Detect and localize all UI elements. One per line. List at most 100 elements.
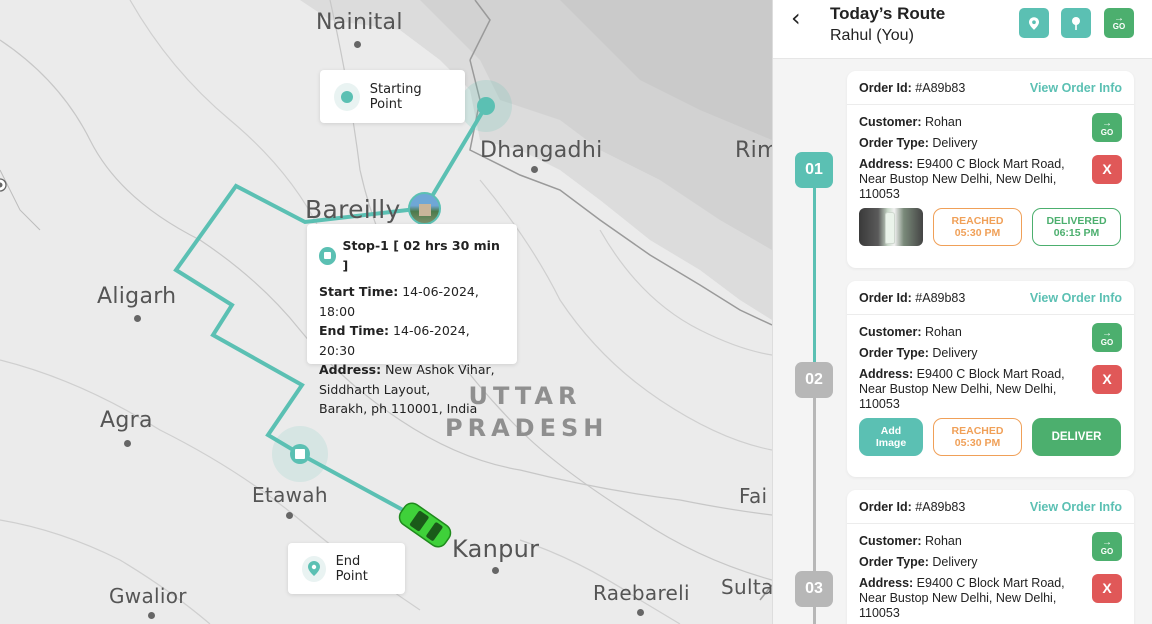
- stop-start-label: Start Time:: [319, 284, 399, 299]
- header-go-label: GO: [1112, 22, 1126, 31]
- location-pin-button[interactable]: [1019, 8, 1049, 38]
- order-type-value: Delivery: [932, 346, 978, 360]
- delivered-button[interactable]: DELIVERED 06:15 PM: [1032, 208, 1121, 246]
- stop-start-row: Start Time: 14-06-2024, 18:00: [319, 282, 505, 321]
- city-label-bareilly: Bareilly: [305, 195, 401, 224]
- go-label: GO: [1100, 546, 1114, 556]
- map-marker-icon: [1072, 17, 1080, 30]
- city-label-dhangadhi: Dhangadhi: [480, 138, 603, 163]
- cancel-button[interactable]: X: [1092, 574, 1122, 603]
- city-label-raebareli: Raebareli: [593, 581, 690, 605]
- customer-label: Customer:: [859, 325, 922, 339]
- city-dot: [637, 609, 644, 616]
- city-label-kanpur: Kanpur: [452, 535, 540, 563]
- stop-end-row: End Time: 14-06-2024, 20:30: [319, 321, 505, 360]
- end-point-pin-icon: [302, 555, 326, 582]
- header-go-button[interactable]: → GO: [1104, 8, 1134, 38]
- order-id-label: Order Id:: [859, 80, 912, 95]
- step-badge-2: 02: [795, 362, 833, 398]
- customer-value: Rohan: [925, 325, 962, 339]
- city-dot: [148, 612, 155, 619]
- add-image-line2: Image: [875, 437, 907, 449]
- deliver-button[interactable]: DELIVER: [1032, 418, 1121, 456]
- city-label-aligarh: Aligarh: [97, 284, 177, 309]
- end-point-label: End Point: [335, 553, 368, 584]
- stop-address-line2: Siddharth Layout,: [319, 381, 431, 397]
- city-dot: [531, 166, 538, 173]
- back-button[interactable]: ‹: [791, 4, 801, 32]
- end-point-card[interactable]: End Point: [288, 543, 405, 594]
- city-label-agra: Agra: [100, 408, 153, 433]
- order-card-2: Order Id: #A89b83 View Order Info Custom…: [847, 281, 1134, 477]
- go-arrow-icon: →: [1102, 327, 1112, 339]
- map-marker-button[interactable]: [1061, 8, 1091, 38]
- order-id-value: #A89b83: [915, 499, 966, 514]
- go-label: GO: [1100, 337, 1114, 347]
- city-label-nainital: Nainital: [316, 10, 403, 35]
- order-card-1: Order Id: #A89b83 View Order Info Custom…: [847, 71, 1134, 268]
- order-id-value: #A89b83: [915, 290, 966, 305]
- customer-label: Customer:: [859, 534, 922, 548]
- view-order-info-link[interactable]: View Order Info: [1030, 500, 1122, 514]
- product-thumbnail[interactable]: [859, 208, 923, 246]
- customer-label: Customer:: [859, 115, 922, 129]
- add-image-line1: Add: [880, 425, 902, 437]
- reached-button[interactable]: REACHED 05:30 PM: [933, 418, 1022, 456]
- city-dot: [286, 512, 293, 519]
- address-label: Address:: [859, 367, 914, 381]
- view-order-info-link[interactable]: View Order Info: [1030, 291, 1122, 305]
- order-type-label: Order Type:: [859, 136, 929, 150]
- stop-title: Stop-1 [ 02 hrs 30 min ]: [342, 238, 500, 273]
- city-label-sulta: Sulta: [721, 575, 772, 599]
- route-panel: ‹ Today’s Route Rahul (You) → GO 01 02 0…: [772, 0, 1152, 624]
- stop-address-row: Address: New Ashok Vihar,: [319, 360, 505, 380]
- step-badge-3: 03: [795, 571, 833, 607]
- city-dot: [124, 440, 131, 447]
- order-id-row: Order Id: #A89b83: [859, 81, 965, 95]
- order-id-row: Order Id: #A89b83: [859, 291, 965, 305]
- go-label: GO: [1100, 127, 1114, 137]
- order-id-value: #A89b83: [915, 80, 966, 95]
- cancel-button[interactable]: X: [1092, 365, 1122, 394]
- reached-button[interactable]: REACHED 05:30 PM: [933, 208, 1022, 246]
- view-order-info-link[interactable]: View Order Info: [1030, 81, 1122, 95]
- order-type-value: Delivery: [932, 555, 978, 569]
- city-label-fai: Fai: [739, 484, 768, 508]
- starting-point-card[interactable]: Starting Point: [320, 70, 465, 123]
- start-point-icon: [334, 82, 360, 111]
- order-type-label: Order Type:: [859, 555, 929, 569]
- reached-time: 05:30 PM: [954, 437, 1001, 449]
- city-dot: [134, 315, 141, 322]
- order-card-3: Order Id: #A89b83 View Order Info Custom…: [847, 490, 1134, 624]
- reached-label: REACHED: [951, 425, 1004, 437]
- reached-label: REACHED: [951, 215, 1004, 227]
- stop-info-popup: Stop-1 [ 02 hrs 30 min ] Start Time: 14-…: [307, 224, 517, 416]
- go-button[interactable]: → GO: [1092, 113, 1122, 142]
- customer-value: Rohan: [925, 534, 962, 548]
- order-type-value: Delivery: [932, 136, 978, 150]
- stop-avatar-icon[interactable]: [408, 192, 441, 225]
- reached-time: 05:30 PM: [954, 227, 1001, 239]
- go-button[interactable]: → GO: [1092, 323, 1122, 352]
- address-label: Address:: [859, 576, 914, 590]
- go-arrow-icon: →: [1102, 117, 1112, 129]
- add-image-button[interactable]: Add Image: [859, 418, 923, 456]
- stop-address-line1: New Ashok Vihar,: [385, 362, 495, 377]
- city-dot: [492, 567, 499, 574]
- cancel-button[interactable]: X: [1092, 155, 1122, 184]
- timeline-line-active: [813, 170, 816, 380]
- order-id-label: Order Id:: [859, 499, 912, 514]
- address-label: Address:: [859, 157, 914, 171]
- city-label-etawah: Etawah: [252, 483, 328, 507]
- stop-square-icon: [319, 246, 337, 265]
- order-id-row: Order Id: #A89b83: [859, 500, 965, 514]
- stop-address-line3: Barakh, ph 110001, India: [319, 401, 478, 416]
- city-label-rim: Rim: [735, 138, 772, 163]
- delivered-label: DELIVERED: [1046, 215, 1107, 227]
- location-pin-icon: [1029, 16, 1039, 30]
- go-button[interactable]: → GO: [1092, 532, 1122, 561]
- page-title: Today’s Route: [830, 4, 946, 23]
- customer-value: Rohan: [925, 115, 962, 129]
- route-map[interactable]: Nainital Dhangadhi Rim Bareilly Aligarh …: [0, 0, 772, 624]
- step-badge-1: 01: [795, 152, 833, 188]
